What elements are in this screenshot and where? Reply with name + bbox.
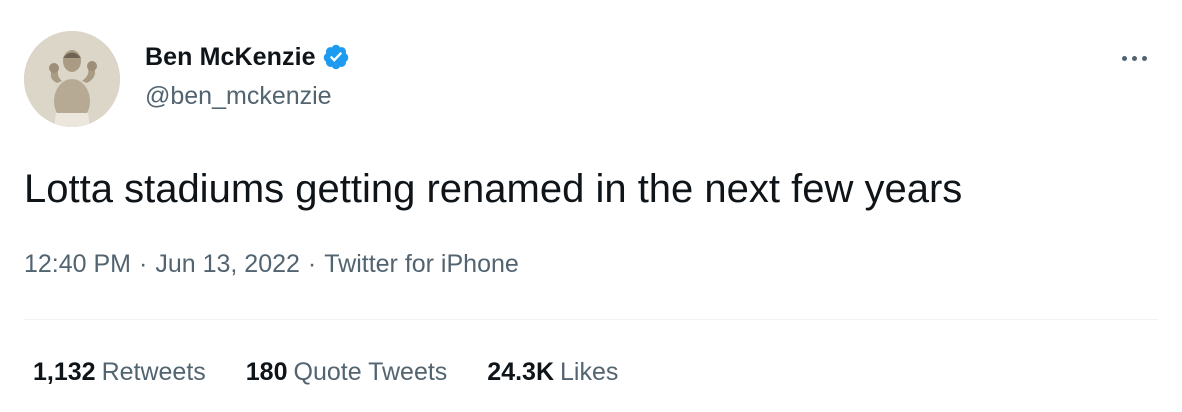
quote-tweets-count: 180 bbox=[245, 358, 288, 386]
tweet-meta: 12:40 PM · Jun 13, 2022 · Twitter for iPhone bbox=[24, 250, 519, 279]
quote-tweets-stat-link[interactable]: 180 Quote Tweets bbox=[246, 358, 448, 387]
author-display-name[interactable]: Ben McKenzie bbox=[145, 43, 316, 72]
tweet-date: Jun 13, 2022 bbox=[155, 250, 300, 278]
author-avatar[interactable] bbox=[24, 31, 120, 127]
author-handle[interactable]: @ben_mckenzie bbox=[145, 82, 332, 111]
retweets-count: 1,132 bbox=[33, 358, 96, 386]
divider bbox=[24, 319, 1158, 320]
author-name-row: Ben McKenzie bbox=[145, 40, 350, 74]
likes-label: Likes bbox=[560, 358, 619, 386]
boxer-photo-icon bbox=[24, 31, 120, 127]
likes-count: 24.3K bbox=[487, 358, 555, 386]
more-options-button[interactable] bbox=[1114, 40, 1154, 76]
meta-separator: · bbox=[139, 250, 148, 278]
more-options-icon-dot bbox=[1141, 55, 1147, 61]
likes-stat-link[interactable]: 24.3K Likes bbox=[487, 358, 618, 387]
meta-separator: · bbox=[307, 250, 317, 278]
retweets-label: Retweets bbox=[101, 358, 206, 386]
quote-tweets-label: Quote Tweets bbox=[293, 358, 448, 386]
tweet-timestamp-link[interactable]: 12:40 PM · Jun 13, 2022 bbox=[24, 250, 300, 278]
tweet-time: 12:40 PM bbox=[24, 250, 132, 278]
verified-badge-icon bbox=[322, 43, 350, 71]
more-options-icon-dot bbox=[1131, 55, 1137, 61]
tweet-text: Lotta stadiums getting renamed in the ne… bbox=[24, 167, 963, 211]
retweets-stat-link[interactable]: 1,132 Retweets bbox=[33, 358, 206, 387]
tweet-stats: 1,132 Retweets 180 Quote Tweets 24.3K Likes bbox=[33, 358, 658, 387]
tweet-card: Ben McKenzie @ben_mckenzie Lotta stadium… bbox=[0, 0, 1182, 412]
tweet-source-link[interactable]: Twitter for iPhone bbox=[324, 250, 519, 278]
more-options-icon bbox=[1121, 55, 1127, 61]
